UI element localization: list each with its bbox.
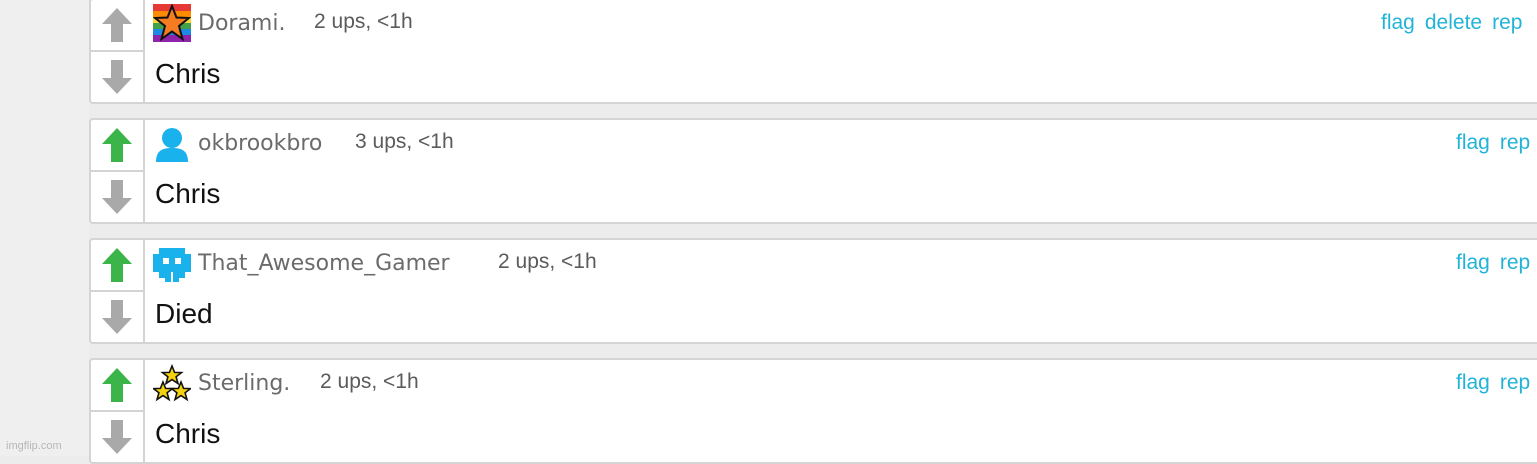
upvote-button[interactable] xyxy=(91,120,143,172)
flag-link[interactable]: flag xyxy=(1456,251,1490,274)
downvote-button[interactable] xyxy=(91,412,143,462)
arrow-down-icon xyxy=(102,300,132,334)
arrow-up-icon xyxy=(102,128,132,162)
space-invader-icon xyxy=(153,248,191,282)
comment-meta: 2 ups, <1h xyxy=(498,250,597,273)
username[interactable]: Sterling. xyxy=(198,371,290,396)
comment-text: Chris xyxy=(155,418,221,449)
default-user-icon xyxy=(156,128,188,162)
reply-link[interactable]: rep xyxy=(1500,131,1530,154)
delete-link[interactable]: delete xyxy=(1425,11,1482,34)
comment-meta: 2 ups, <1h xyxy=(314,10,413,33)
comment-meta: 2 ups, <1h xyxy=(320,370,419,393)
left-gutter xyxy=(0,0,89,456)
downvote-button[interactable] xyxy=(91,292,143,342)
comment-text: Died xyxy=(155,298,213,329)
watermark: imgflip.com xyxy=(6,440,62,452)
comment-text: Chris xyxy=(155,178,221,209)
comment-text: Chris xyxy=(155,58,221,89)
flag-link[interactable]: flag xyxy=(1381,11,1415,34)
username[interactable]: Dorami. xyxy=(198,11,285,36)
reply-link[interactable]: rep xyxy=(1500,371,1530,394)
upvote-button[interactable] xyxy=(91,360,143,412)
vote-column xyxy=(91,0,145,102)
comment: Dorami. 2 ups, <1h Chris flag delete rep xyxy=(89,0,1537,104)
comment-actions: flag delete rep xyxy=(1381,11,1532,35)
vote-column xyxy=(91,240,145,342)
upvote-button[interactable] xyxy=(91,0,143,52)
vote-column xyxy=(91,360,145,462)
downvote-button[interactable] xyxy=(91,172,143,222)
flag-link[interactable]: flag xyxy=(1456,131,1490,154)
arrow-up-icon xyxy=(102,8,132,42)
comment: That_Awesome_Gamer 2 ups, <1h Died flag r… xyxy=(89,238,1537,344)
downvote-button[interactable] xyxy=(91,52,143,102)
comment-meta: 3 ups, <1h xyxy=(355,130,454,153)
reply-link[interactable]: rep xyxy=(1500,251,1530,274)
comment-actions: flag rep xyxy=(1456,371,1537,395)
rainbow-star-icon xyxy=(153,4,191,42)
arrow-down-icon xyxy=(102,60,132,94)
vote-column xyxy=(91,120,145,222)
arrow-down-icon xyxy=(102,180,132,214)
reply-link[interactable]: rep xyxy=(1492,11,1522,34)
comment: okbrookbro 3 ups, <1h Chris flag rep xyxy=(89,118,1537,224)
arrow-up-icon xyxy=(102,368,132,402)
flag-link[interactable]: flag xyxy=(1456,371,1490,394)
three-stars-icon xyxy=(153,364,191,402)
comment-actions: flag rep xyxy=(1456,251,1537,275)
username[interactable]: okbrookbro xyxy=(198,131,322,156)
username[interactable]: That_Awesome_Gamer xyxy=(198,251,450,276)
arrow-up-icon xyxy=(102,248,132,282)
upvote-button[interactable] xyxy=(91,240,143,292)
arrow-down-icon xyxy=(102,420,132,454)
comment: Sterling. 2 ups, <1h Chris flag rep xyxy=(89,358,1537,464)
comment-actions: flag rep xyxy=(1456,131,1537,155)
